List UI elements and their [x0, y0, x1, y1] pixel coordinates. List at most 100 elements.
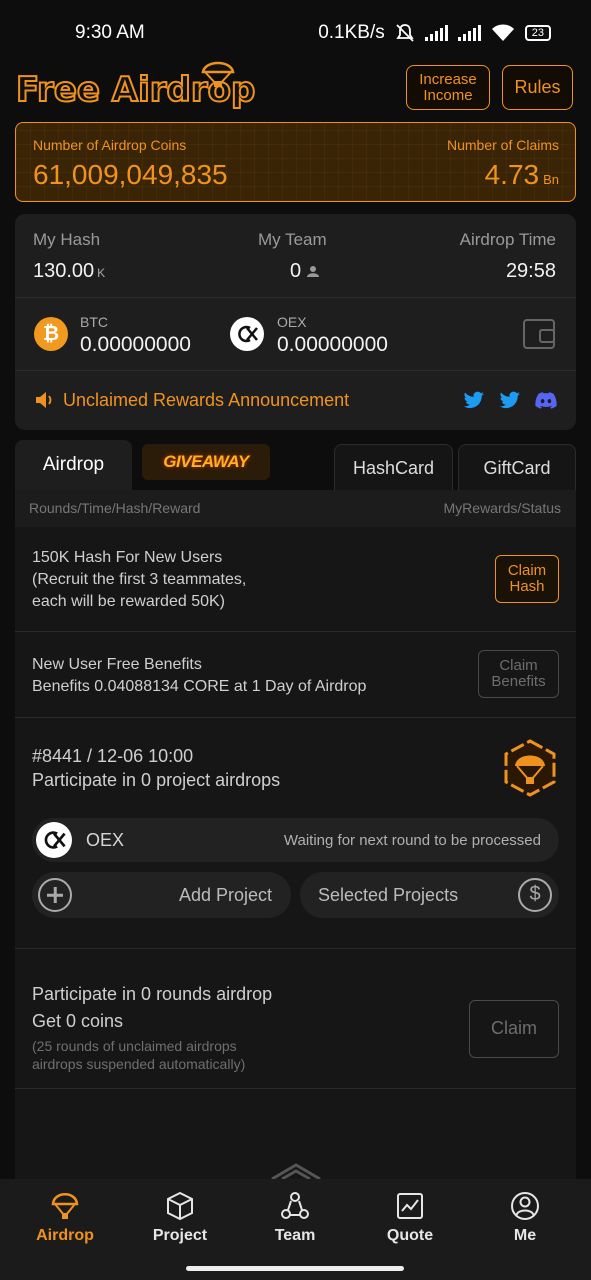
- new-users-title: 150K Hash For New Users: [32, 549, 223, 566]
- round-title: #8441 / 12-06 10:00: [32, 746, 194, 766]
- cube-icon: [167, 1191, 193, 1221]
- row-separator: [15, 631, 576, 632]
- new-users-desc-2: each will be rewarded 50K): [32, 593, 225, 610]
- airdrop-time-value: 29:58: [505, 260, 556, 282]
- claims-label: Number of Claims: [446, 137, 559, 153]
- battery-icon: 23: [524, 25, 551, 41]
- wifi-icon: [491, 24, 514, 41]
- nav-airdrop-label: Airdrop: [36, 1227, 94, 1244]
- benefits-desc: Benefits 0.04088134 CORE at 1 Day of Air…: [32, 678, 367, 695]
- mute-bell-icon: [396, 24, 414, 42]
- twitter-icon-2[interactable]: [499, 391, 521, 409]
- claim-hash-button[interactable]: Claim Hash: [495, 555, 559, 603]
- btc-name: BTC: [80, 314, 108, 330]
- claim-button[interactable]: Claim: [469, 1000, 559, 1058]
- selected-projects-button[interactable]: Selected Projects $: [300, 872, 559, 918]
- claim-note-2: airdrops suspended automatically): [32, 1056, 246, 1072]
- tab-giftcard[interactable]: GiftCard: [458, 444, 576, 490]
- add-project-label: Add Project: [178, 885, 272, 905]
- stats-card: My Hash 130.00 K My Team 0 Airdrop Time 2…: [15, 214, 576, 430]
- my-hash-label: My Hash: [33, 230, 101, 249]
- new-users-desc-1: (Recruit the first 3 teammates,: [32, 571, 247, 588]
- tab-hashcard[interactable]: HashCard: [334, 444, 453, 490]
- column-left-label: Rounds/Time/Hash/Reward: [29, 500, 201, 516]
- nav-me-label: Me: [513, 1227, 537, 1244]
- add-project-button[interactable]: Add Project: [32, 872, 291, 918]
- btc-value: 0.00000000: [80, 333, 191, 356]
- airdrop-summary-banner: Number of Airdrop Coins 61,009,049,835 N…: [15, 122, 576, 202]
- nav-quote-label: Quote: [386, 1227, 434, 1244]
- airdrop-time-label: Airdrop Time: [459, 230, 556, 249]
- chart-icon: [397, 1193, 423, 1219]
- nav-airdrop[interactable]: Airdrop: [6, 1179, 124, 1259]
- round-subtitle: Participate in 0 project airdrops: [32, 770, 281, 790]
- benefits-row-text: New User Free Benefits Benefits 0.040881…: [32, 654, 366, 698]
- btc-icon: ₿: [34, 317, 68, 351]
- scroll-more-icon: [271, 1163, 321, 1180]
- oex-project-icon: [36, 822, 72, 858]
- discord-icon[interactable]: [535, 392, 557, 409]
- dollar-icon: $: [518, 878, 552, 912]
- claims-value-wrap: 4.73 Bn: [485, 159, 559, 191]
- benefits-title: New User Free Benefits: [32, 656, 202, 673]
- home-indicator[interactable]: [186, 1266, 404, 1271]
- coins-value: 61,009,049,835: [33, 159, 228, 190]
- my-hash-unit: K: [97, 266, 106, 280]
- status-time: 9:30 AM: [75, 22, 145, 43]
- project-name: OEX: [86, 830, 125, 850]
- column-right-label: MyRewards/Status: [443, 500, 561, 516]
- network-speed: 0.1KB/s: [318, 22, 385, 43]
- app-logo: Free Airdrop: [15, 61, 256, 114]
- status-bar: 9:30 AM 0.1KB/s 23: [0, 0, 591, 64]
- oex-icon: [230, 317, 264, 351]
- plus-icon: [38, 878, 72, 912]
- my-hash-value: 130.00: [33, 260, 95, 282]
- speaker-icon: [36, 392, 52, 408]
- signal-icon-2: [457, 25, 481, 41]
- new-users-row-text: 150K Hash For New Users (Recruit the fir…: [32, 547, 246, 613]
- signal-icon: [424, 25, 448, 41]
- parachute-badge-icon: [504, 739, 556, 797]
- row-separator: [15, 1088, 576, 1089]
- parachute-icon: [201, 61, 235, 87]
- row-separator: [15, 717, 576, 718]
- row-separator: [15, 948, 576, 949]
- tab-giveaway[interactable]: GIVEAWAY: [142, 444, 270, 480]
- nav-quote[interactable]: Quote: [351, 1179, 469, 1259]
- increase-income-button[interactable]: Increase Income: [406, 65, 490, 110]
- nav-team-label: Team: [274, 1227, 316, 1244]
- status-icons: 0.1KB/s 23: [318, 22, 551, 44]
- project-status: Waiting for next round to be processed: [283, 832, 541, 849]
- my-team-label: My Team: [258, 230, 327, 249]
- claim-rounds-title: Participate in 0 rounds airdrop: [32, 984, 273, 1004]
- nav-project[interactable]: Project: [121, 1179, 239, 1259]
- list-column-header: Rounds/Time/Hash/Reward MyRewards/Status: [15, 490, 576, 527]
- announcement-link[interactable]: Unclaimed Rewards Announcement: [63, 390, 349, 411]
- divider: [15, 297, 576, 298]
- my-team-value-wrap[interactable]: 0: [290, 260, 319, 283]
- nav-me[interactable]: Me: [466, 1179, 584, 1259]
- wallet-icon[interactable]: [523, 319, 555, 349]
- selected-projects-label: Selected Projects: [318, 885, 459, 905]
- nav-project-label: Project: [152, 1227, 208, 1244]
- claim-note: (25 rounds of unclaimed airdrops airdrop…: [32, 1037, 245, 1073]
- claims-value: 4.73: [484, 159, 540, 190]
- my-team-value: 0: [290, 260, 302, 282]
- claim-benefits-button[interactable]: Claim Benefits: [478, 650, 559, 698]
- nav-team[interactable]: Team: [236, 1179, 354, 1259]
- coins-label: Number of Airdrop Coins: [33, 137, 187, 153]
- user-icon: [511, 1192, 539, 1220]
- claim-note-1: (25 rounds of unclaimed airdrops: [32, 1038, 237, 1054]
- claims-unit: Bn: [543, 172, 559, 187]
- parachute-icon: [51, 1193, 79, 1219]
- team-icon: [281, 1192, 309, 1219]
- divider: [15, 370, 576, 371]
- twitter-icon[interactable]: [463, 391, 485, 409]
- my-hash-value-wrap: 130.00 K: [33, 260, 105, 283]
- project-status-row: OEX Waiting for next round to be process…: [32, 818, 559, 862]
- person-icon: [306, 266, 319, 277]
- tab-airdrop[interactable]: Airdrop: [15, 440, 132, 490]
- rules-button[interactable]: Rules: [502, 65, 573, 110]
- bottom-nav: Airdrop Project Team Quote Me: [0, 1179, 591, 1280]
- claim-coins: Get 0 coins: [32, 1011, 124, 1031]
